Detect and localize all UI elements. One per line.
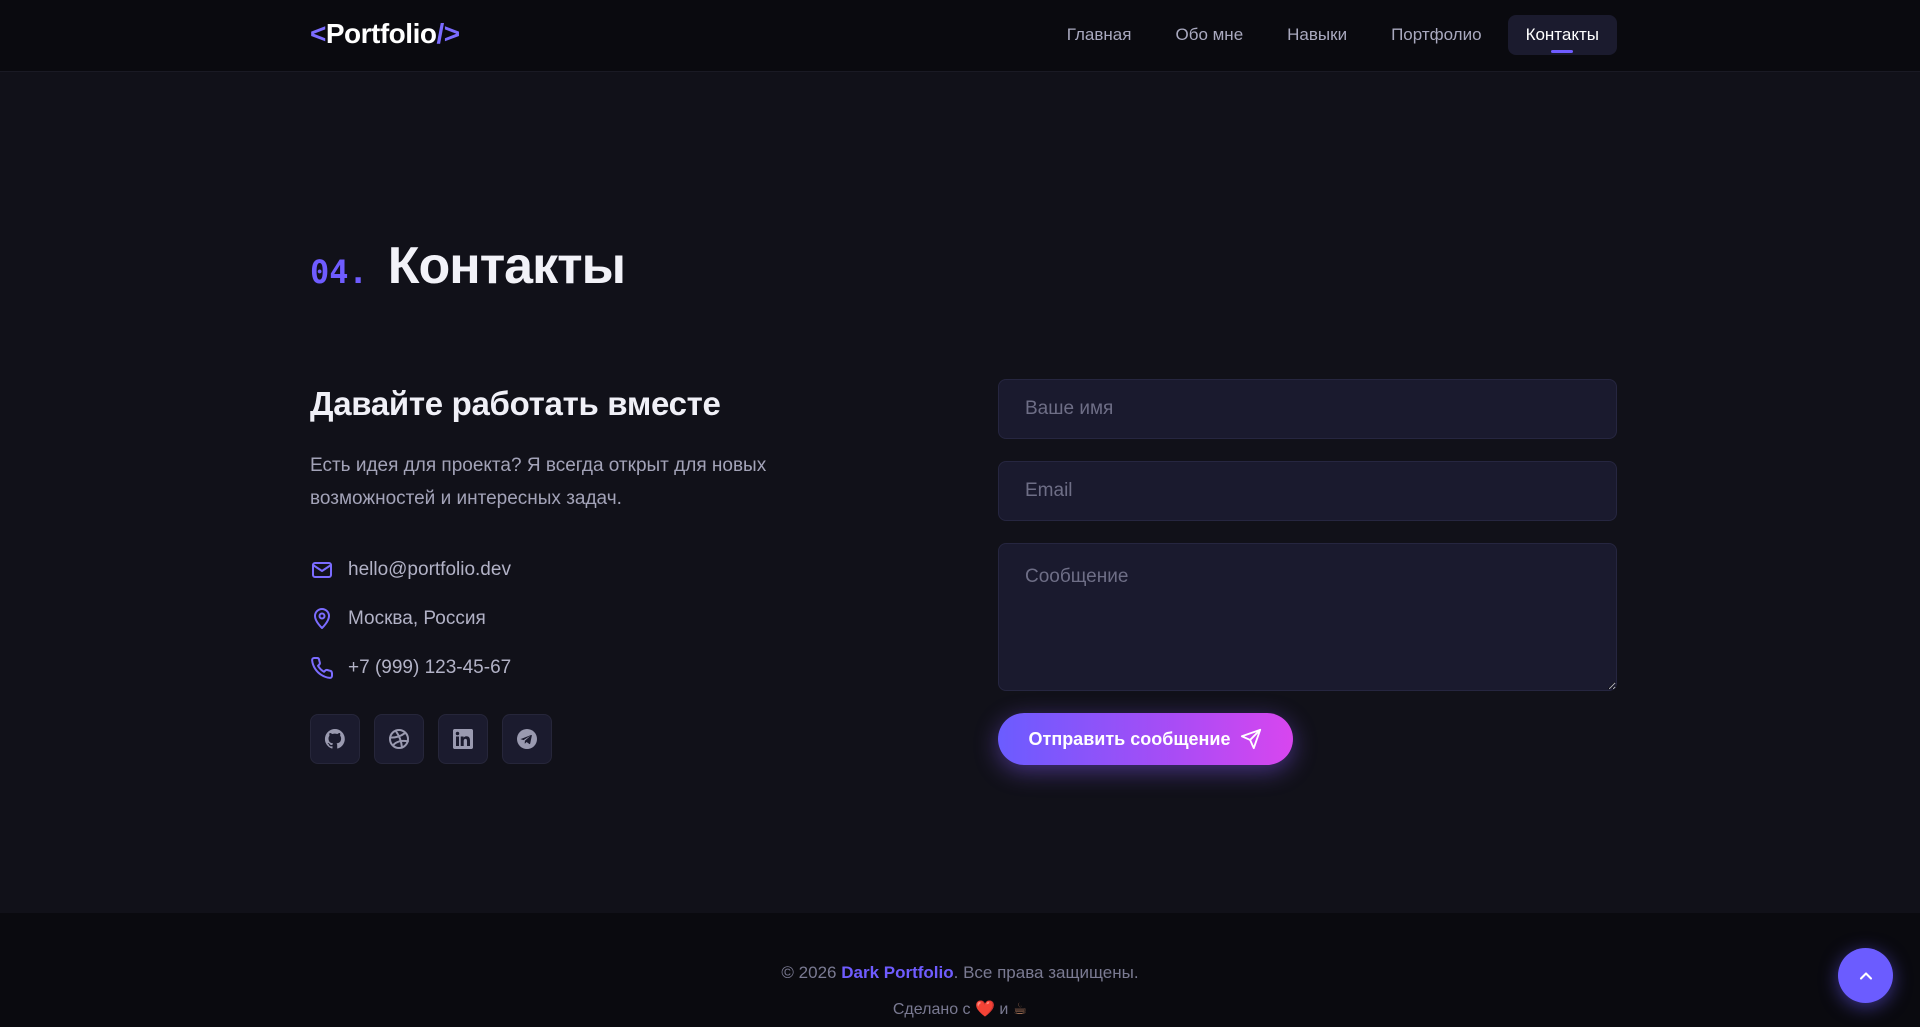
phone-icon — [311, 656, 334, 679]
email-text: hello@portfolio.dev — [348, 558, 511, 580]
page-title: Контакты — [387, 237, 626, 295]
made-and: и — [999, 1001, 1009, 1018]
phone-text: +7 (999) 123-45-67 — [348, 656, 512, 678]
copyright-suffix: . Все права защищены. — [953, 963, 1139, 982]
github-icon — [324, 728, 345, 749]
dribbble-icon — [389, 729, 409, 749]
location-text: Москва, Россия — [348, 607, 486, 629]
contact-heading: Давайте работать вместе — [310, 385, 721, 422]
copyright: © 2026 Dark Portfolio. Все права защищен… — [0, 963, 1920, 983]
dribbble-button[interactable] — [374, 714, 424, 764]
section-number: 04. — [310, 253, 368, 291]
nav-item-home[interactable]: Главная — [1049, 15, 1150, 55]
scroll-to-top-button[interactable] — [1838, 948, 1893, 1003]
main-nav: Главная Обо мне Навыки Портфолио Контакт… — [1049, 15, 1617, 55]
contact-description: Есть идея для проекта? Я всегда открыт д… — [310, 455, 767, 509]
map-pin-icon — [314, 607, 330, 629]
coffee-icon: ☕ — [1012, 1001, 1028, 1018]
nav-item-skills[interactable]: Навыки — [1269, 15, 1365, 55]
nav-item-portfolio[interactable]: Портфолио — [1373, 15, 1499, 55]
contact-info: Давайте работать вместе Есть идея для пр… — [310, 385, 830, 764]
telegram-button[interactable] — [502, 714, 552, 764]
send-message-button[interactable]: Отправить сообщение — [998, 713, 1293, 765]
contact-phone[interactable]: +7 (999) 123-45-67 — [310, 643, 830, 692]
name-input[interactable] — [998, 379, 1617, 439]
logo-text: Portfolio — [325, 18, 437, 49]
site-header: <Portfolio/> Главная Обо мне Навыки Порт… — [0, 0, 1920, 72]
contact-location: Москва, Россия — [310, 594, 830, 643]
send-message-label: Отправить сообщение — [1028, 728, 1231, 749]
made-with: Сделано с ❤️ и ☕ — [0, 999, 1920, 1019]
made-prefix: Сделано с — [892, 1001, 971, 1018]
site-footer: © 2026 Dark Portfolio. Все права защищен… — [0, 913, 1920, 1027]
logo-close: /> — [436, 18, 460, 49]
telegram-icon — [517, 729, 537, 749]
contact-email[interactable]: hello@portfolio.dev — [310, 545, 830, 594]
nav-item-about[interactable]: Обо мне — [1157, 15, 1261, 55]
linkedin-icon — [453, 729, 473, 749]
send-icon — [1241, 728, 1262, 750]
social-links — [310, 714, 830, 764]
chevron-up-icon — [1859, 971, 1872, 980]
footer-brand: Dark Portfolio — [841, 963, 954, 982]
logo[interactable]: <Portfolio/> — [310, 18, 460, 50]
message-textarea[interactable] — [998, 543, 1617, 691]
section-title: 04. Контакты — [310, 236, 626, 296]
copyright-prefix: © 2026 — [781, 963, 837, 982]
github-button[interactable] — [310, 714, 360, 764]
contact-form: Отправить сообщение — [998, 379, 1617, 765]
logo-open: < — [310, 18, 326, 49]
contact-list: hello@portfolio.dev Москва, Россия +7 (9… — [310, 545, 830, 692]
mail-icon — [312, 561, 332, 578]
email-input[interactable] — [998, 461, 1617, 521]
nav-item-contacts[interactable]: Контакты — [1507, 15, 1617, 55]
heart-icon: ❤️ — [975, 1001, 995, 1018]
linkedin-button[interactable] — [438, 714, 488, 764]
